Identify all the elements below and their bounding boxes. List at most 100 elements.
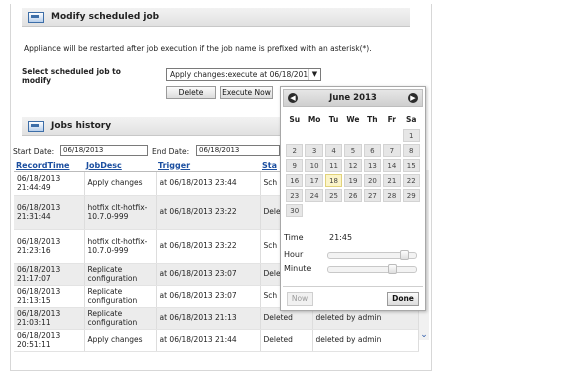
trigger-cell: at 06/18/2013 23:44 (156, 171, 261, 196)
scheduled-job-select[interactable]: Apply changes:execute at 06/18/2013 ▼ (166, 68, 321, 81)
weekday-label: Su (289, 114, 301, 124)
trigger-cell: at 06/18/2013 23:07 (156, 285, 261, 308)
calendar-day[interactable]: 5 (344, 144, 362, 157)
trigger-cell: at 06/18/2013 21:44 (156, 329, 261, 352)
execute-now-button[interactable]: Execute Now (220, 86, 273, 99)
start-date-input[interactable]: 06/18/2013 (60, 145, 148, 156)
calendar-empty-cell (383, 204, 400, 217)
job-desc-cell: hotfix clt-hotfix-10.7.0-999 (84, 195, 157, 230)
calendar-day[interactable]: 3 (305, 144, 323, 157)
panel-icon (28, 11, 44, 23)
calendar-day[interactable]: 11 (324, 159, 343, 172)
trigger-cell: at 06/18/2013 23:22 (156, 195, 261, 230)
calendar-day[interactable]: 6 (363, 144, 382, 157)
calendar-day[interactable]: 25 (324, 189, 343, 202)
calendar-day[interactable]: 21 (383, 174, 401, 187)
calendar-day[interactable]: 7 (383, 144, 401, 157)
calendar-day[interactable]: 12 (344, 159, 362, 172)
calendar-week: 30 (286, 204, 420, 217)
calendar-day[interactable]: 17 (305, 174, 323, 187)
weekday-label: Tu (328, 114, 339, 124)
next-month-icon[interactable]: ▶ (408, 93, 418, 103)
calendar-week: 2345678 (286, 144, 420, 157)
calendar-day[interactable]: 13 (363, 159, 382, 172)
record-time-cell: 06/18/2013 21:23:16 (14, 229, 85, 264)
minute-slider[interactable] (327, 264, 417, 274)
calendar-empty-cell (344, 204, 361, 217)
trigger-cell: at 06/18/2013 21:13 (156, 307, 261, 330)
job-desc-cell: Replicate configuration (84, 285, 157, 308)
trigger-cell: at 06/18/2013 23:07 (156, 263, 261, 286)
calendar-week: 1 (286, 129, 420, 142)
now-button[interactable]: Now (287, 292, 313, 306)
calendar-day[interactable]: 4 (324, 144, 343, 157)
end-date-label: End Date: (152, 147, 190, 156)
calendar-day[interactable]: 15 (402, 159, 420, 172)
note-cell: deleted by admin (312, 329, 419, 352)
record-time-cell: 06/18/2013 20:51:11 (14, 329, 85, 352)
calendar-day[interactable]: 24 (305, 189, 323, 202)
record-time-cell: 06/18/2013 21:31:44 (14, 195, 85, 230)
delete-button[interactable]: Delete (166, 86, 216, 99)
calendar-day[interactable]: 18 (324, 174, 343, 187)
job-desc-cell: Replicate configuration (84, 263, 157, 286)
calendar-day[interactable]: 9 (286, 159, 304, 172)
datepicker-month-title: June 2013 (329, 93, 377, 103)
calendar-day[interactable]: 22 (402, 174, 420, 187)
calendar-week: 16 17 18 19 20 21 22 (286, 174, 420, 187)
scroll-down-icon[interactable]: ⌄ (419, 330, 429, 340)
calendar-day[interactable]: 14 (383, 159, 401, 172)
calendar-day[interactable]: 10 (305, 159, 323, 172)
calendar-empty-cell (364, 129, 381, 142)
time-label: Time (284, 233, 304, 242)
job-desc-cell: Apply changes (84, 171, 157, 196)
calendar-day[interactable]: 26 (344, 189, 362, 202)
calendar-grid: Su Mo Tu We Th Fr Sa 1 2 3 4 5 6 7 8 9 10 11 12 13 14… (284, 109, 422, 219)
record-time-cell: 06/18/2013 21:03:11 (14, 307, 85, 330)
calendar-empty-cell (344, 129, 361, 142)
calendar-day[interactable]: 8 (402, 144, 420, 157)
jobs-history-title: Jobs history (51, 121, 112, 131)
minute-slider-handle[interactable] (388, 264, 397, 274)
column-header-jobdesc[interactable]: JobDesc (84, 159, 156, 172)
calendar-day[interactable]: 28 (383, 189, 401, 202)
record-time-cell: 06/18/2013 21:17:07 (14, 263, 85, 286)
hour-slider[interactable] (327, 250, 417, 260)
hour-label: Hour (284, 250, 304, 259)
calendar-day[interactable]: 16 (286, 174, 304, 187)
column-header-recordtime[interactable]: RecordTime (14, 159, 84, 172)
calendar-day[interactable]: 19 (344, 174, 362, 187)
calendar-empty-cell (286, 129, 303, 142)
calendar-day[interactable]: 2 (286, 144, 304, 157)
start-date-label: Start Date: (13, 147, 55, 156)
calendar-empty-cell (305, 204, 322, 217)
calendar-day[interactable]: 20 (363, 174, 382, 187)
done-button[interactable]: Done (387, 292, 419, 306)
jobs-history-header: Jobs history (22, 117, 280, 136)
calendar-day[interactable]: 30 (286, 204, 304, 217)
calendar-day[interactable]: 1 (402, 129, 420, 142)
calendar-day[interactable]: 27 (363, 189, 382, 202)
modify-job-header: Modify scheduled job (22, 8, 410, 27)
datepicker-header: ◀ June 2013 ▶ (283, 89, 423, 107)
calendar-day[interactable]: 23 (286, 189, 304, 202)
calendar-week: 23 24 25 26 27 28 29 (286, 189, 420, 202)
hour-slider-handle[interactable] (400, 250, 409, 260)
time-value: 21:45 (329, 233, 353, 242)
calendar-empty-cell (364, 204, 381, 217)
weekday-label: Th (367, 114, 378, 124)
calendar-week: 9 10 11 12 13 14 15 (286, 159, 420, 172)
table-row[interactable]: 06/18/2013 20:51:11 Apply changes at 06/… (14, 329, 419, 352)
calendar-day[interactable]: 29 (402, 189, 420, 202)
calendar-empty-cell (325, 204, 342, 217)
calendar-empty-cell (325, 129, 342, 142)
column-header-trigger[interactable]: Trigger (156, 159, 260, 172)
end-date-input[interactable]: 06/18/2013 (196, 145, 280, 156)
modify-job-title: Modify scheduled job (51, 12, 160, 22)
dropdown-arrow-icon[interactable]: ▼ (308, 69, 320, 80)
select-job-label: Select scheduled job to modify (22, 67, 121, 85)
datepicker-footer: Now Done (283, 286, 423, 309)
calendar-empty-cell (383, 129, 400, 142)
record-time-cell: 06/18/2013 21:13:15 (14, 285, 85, 308)
calendar-empty-cell (403, 204, 420, 217)
